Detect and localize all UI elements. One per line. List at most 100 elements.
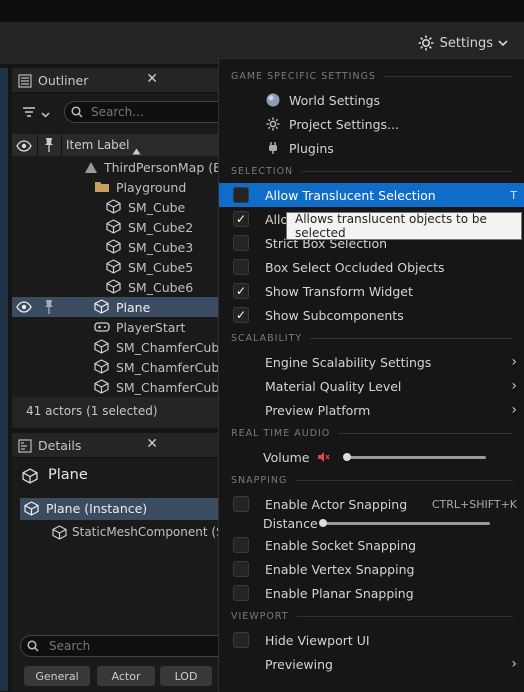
- eye-icon[interactable]: [16, 300, 32, 317]
- section-snapping: SNAPPING: [231, 475, 513, 486]
- visibility-column-eye-icon[interactable]: [16, 138, 32, 157]
- filter-actor-button[interactable]: Actor: [97, 666, 155, 686]
- search-placeholder: Search...: [91, 105, 144, 119]
- static-mesh-icon: [94, 359, 109, 377]
- search-icon: [27, 637, 39, 656]
- filter-icon: [22, 103, 36, 122]
- speaker-muted-icon[interactable]: [316, 450, 330, 467]
- static-mesh-icon: [94, 379, 109, 397]
- static-mesh-icon: [94, 339, 109, 357]
- volume-slider-handle[interactable]: [343, 453, 351, 461]
- menu-item-hide-viewport-ui[interactable]: Hide Viewport UI: [219, 628, 524, 652]
- pin-icon[interactable]: [43, 299, 55, 318]
- component-row[interactable]: StaticMeshComponent (S: [20, 522, 224, 544]
- details-tab[interactable]: Details ✕: [12, 433, 224, 458]
- tree-row-actor[interactable]: SM_Cube5: [12, 257, 224, 277]
- menu-item-box-select-occluded[interactable]: Box Select Occluded Objects: [219, 255, 524, 279]
- filter-button[interactable]: [22, 102, 56, 122]
- static-mesh-icon: [106, 199, 121, 217]
- outliner-status-bar: 41 actors (1 selected): [12, 397, 224, 428]
- menu-item-allow-translucent-selection[interactable]: Allow Translucent Selection T: [219, 183, 524, 207]
- menu-item-previewing[interactable]: Previewing ›: [219, 652, 524, 676]
- project-settings-gear-icon: [265, 116, 281, 132]
- tree-row-selected[interactable]: Plane: [12, 297, 224, 317]
- checkbox-checked[interactable]: ✓: [233, 211, 249, 227]
- tree-row-actor[interactable]: PlayerStart: [12, 317, 224, 337]
- checkbox[interactable]: [233, 235, 249, 251]
- menu-item-engine-scalability[interactable]: Engine Scalability Settings ›: [219, 350, 524, 374]
- tree-row-actor[interactable]: SM_Cube3: [12, 237, 224, 257]
- menu-item-enable-planar-snapping[interactable]: Enable Planar Snapping: [219, 581, 524, 605]
- filter-general-button[interactable]: General: [24, 666, 90, 686]
- tree-row-actor[interactable]: SM_ChamferCube: [12, 337, 227, 357]
- checkbox-checked[interactable]: ✓: [233, 307, 249, 323]
- outliner-panel: Outliner ✕ Search... Item Label ThirdPer…: [12, 68, 236, 428]
- checkbox[interactable]: [233, 585, 249, 601]
- tree-row-label: SM_ChamferCube: [116, 379, 227, 395]
- chevron-right-icon: ›: [511, 656, 517, 672]
- checkbox[interactable]: [233, 632, 249, 648]
- tree-row-actor[interactable]: SM_Cube: [12, 197, 224, 217]
- chevron-right-icon: ›: [511, 402, 517, 418]
- volume-slider[interactable]: [347, 456, 486, 459]
- static-mesh-icon: [106, 219, 121, 237]
- menu-item-show-transform-widget[interactable]: ✓ Show Transform Widget: [219, 279, 524, 303]
- static-mesh-icon: [106, 259, 121, 277]
- checkbox[interactable]: [233, 259, 249, 275]
- menu-item-show-subcomponents[interactable]: ✓ Show Subcomponents: [219, 303, 524, 327]
- distance-slider-handle[interactable]: [319, 519, 327, 527]
- checkbox[interactable]: [233, 537, 249, 553]
- outliner-tab[interactable]: Outliner ✕: [12, 68, 224, 93]
- tree-row-actor[interactable]: SM_Cube6: [12, 277, 224, 297]
- menu-item-project-settings[interactable]: Project Settings...: [219, 112, 524, 136]
- component-label: StaticMeshComponent (S: [72, 525, 224, 539]
- chevron-down-icon: [498, 39, 508, 47]
- menu-item-preview-platform[interactable]: Preview Platform ›: [219, 398, 524, 422]
- pin-column-icon[interactable]: [43, 137, 55, 157]
- menu-item-material-quality[interactable]: Material Quality Level ›: [219, 374, 524, 398]
- details-title: Details: [38, 437, 82, 453]
- close-icon[interactable]: ✕: [146, 71, 158, 87]
- chevron-down-icon: [41, 103, 50, 122]
- details-panel: Details ✕ Plane Plane (Instance) StaticM…: [12, 433, 242, 691]
- details-icon: [18, 438, 32, 453]
- chevron-right-icon: ›: [511, 378, 517, 394]
- checkbox[interactable]: [233, 187, 249, 203]
- settings-label: Settings: [439, 35, 493, 51]
- tree-row-map[interactable]: ThirdPersonMap (Ed: [12, 157, 229, 177]
- distance-slider[interactable]: [323, 522, 490, 525]
- settings-button[interactable]: Settings: [417, 32, 508, 54]
- outliner-icon: [18, 73, 32, 88]
- static-mesh-icon: [94, 299, 109, 317]
- title-strip: [0, 0, 524, 22]
- details-search-input[interactable]: Search: [20, 635, 242, 657]
- item-label-column[interactable]: Item Label: [66, 138, 130, 152]
- tree-row-folder[interactable]: Playground: [12, 177, 224, 197]
- outliner-search-input[interactable]: Search...: [64, 101, 236, 123]
- static-mesh-icon: [22, 468, 38, 488]
- tree-row-actor[interactable]: SM_ChamferCube: [12, 377, 227, 397]
- tree-row-actor[interactable]: SM_ChamferCube: [12, 357, 227, 377]
- tree-row-label: ThirdPersonMap (Ed: [104, 159, 229, 175]
- chevron-right-icon: ›: [511, 354, 517, 370]
- section-real-time-audio: REAL TIME AUDIO: [231, 428, 513, 439]
- search-placeholder: Search: [49, 639, 91, 653]
- menu-item-enable-vertex-snapping[interactable]: Enable Vertex Snapping: [219, 557, 524, 581]
- level-viewport-edge[interactable]: [0, 68, 8, 691]
- component-instance-row[interactable]: Plane (Instance): [20, 498, 224, 520]
- menu-item-world-settings[interactable]: World Settings: [219, 88, 524, 112]
- actor-count: 41 actors (1 selected): [26, 404, 158, 418]
- checkbox[interactable]: [233, 561, 249, 577]
- tree-row-actor[interactable]: SM_Cube2: [12, 217, 224, 237]
- tree-row-label: SM_Cube2: [128, 219, 194, 235]
- static-mesh-icon: [106, 239, 121, 257]
- tree-row-label: SM_Cube3: [128, 239, 194, 255]
- checkbox[interactable]: [233, 496, 249, 512]
- close-icon[interactable]: ✕: [146, 436, 158, 452]
- menu-item-enable-socket-snapping[interactable]: Enable Socket Snapping: [219, 533, 524, 557]
- checkbox-checked[interactable]: ✓: [233, 283, 249, 299]
- search-icon: [71, 103, 83, 122]
- filter-lod-button[interactable]: LOD: [160, 666, 212, 686]
- menu-item-plugins[interactable]: Plugins: [219, 136, 524, 160]
- section-viewport: VIEWPORT: [231, 611, 513, 622]
